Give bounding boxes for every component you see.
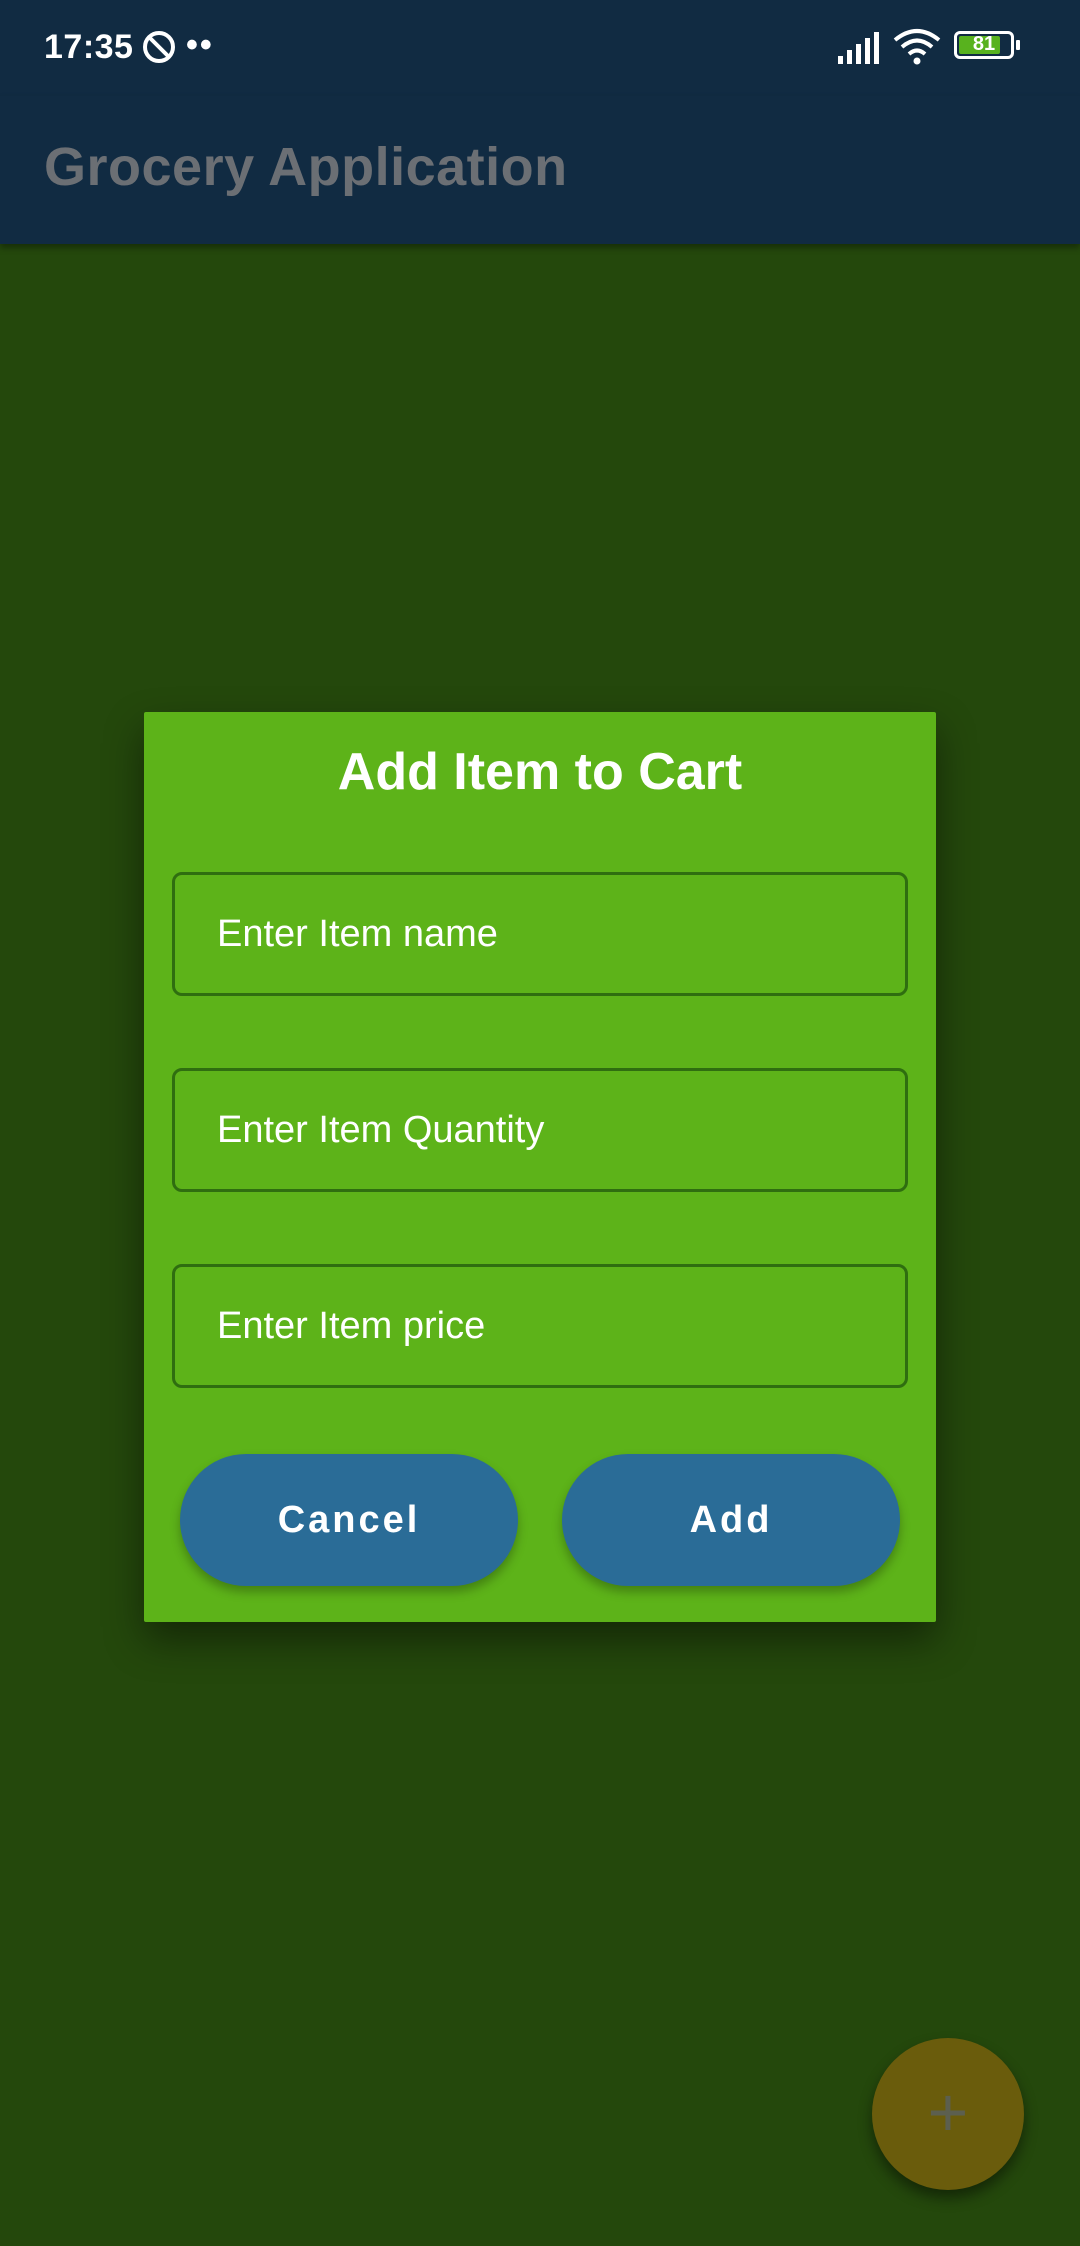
app-title: Grocery Application	[44, 137, 568, 197]
add-button[interactable]: Add	[562, 1454, 900, 1586]
item-quantity-input[interactable]	[175, 1071, 905, 1189]
item-price-field[interactable]	[172, 1264, 908, 1388]
dialog-title: Add Item to Cart	[337, 743, 743, 801]
item-name-input[interactable]	[175, 875, 905, 993]
item-price-input[interactable]	[175, 1267, 905, 1385]
cancel-button[interactable]: Cancel	[180, 1454, 518, 1586]
signal-icon	[838, 32, 879, 64]
plus-icon: +	[927, 2073, 969, 2151]
dnd-icon	[143, 31, 175, 63]
status-time: 17:35	[44, 28, 134, 66]
status-bar: 17:35 •• 81	[0, 0, 1080, 96]
battery-level: 81	[972, 33, 996, 55]
notification-dots: ••	[186, 26, 214, 64]
item-quantity-field[interactable]	[172, 1068, 908, 1192]
item-name-field[interactable]	[172, 872, 908, 996]
add-item-dialog: Add Item to Cart Cancel Add	[144, 712, 936, 1622]
add-fab-button[interactable]: +	[872, 2038, 1024, 2190]
battery-icon: 81	[954, 31, 1020, 59]
app-bar: Grocery Application	[0, 96, 1080, 244]
wifi-icon	[893, 29, 941, 65]
